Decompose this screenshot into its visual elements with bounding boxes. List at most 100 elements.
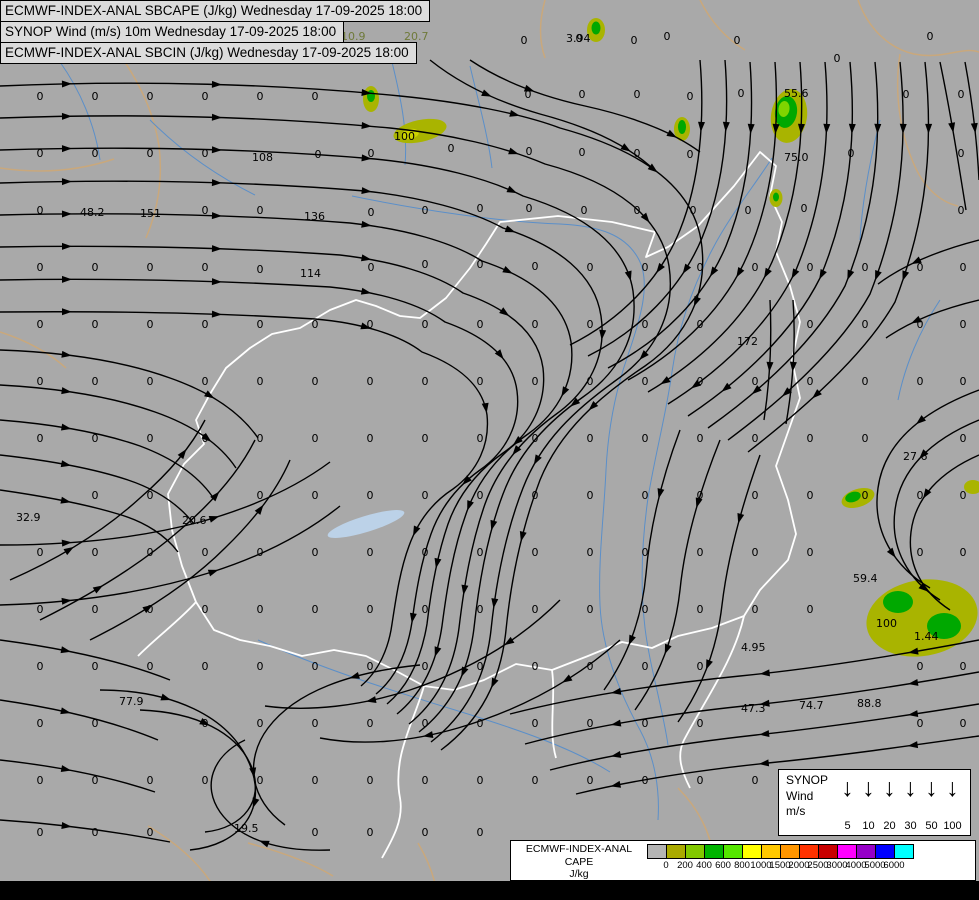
cape-patch: [678, 120, 686, 134]
gridpoint-zero-label: 0: [634, 88, 641, 101]
gridpoint-zero-label: 0: [37, 318, 44, 331]
gridpoint-zero-label: 0: [642, 261, 649, 274]
gridpoint-zero-label: 0: [521, 34, 528, 47]
gridpoint-zero-label: 0: [202, 774, 209, 787]
gridpoint-zero-label: 0: [587, 603, 594, 616]
cape-swatch: [704, 844, 724, 859]
value-label: 151: [140, 207, 161, 220]
cape-swatch: [780, 844, 800, 859]
gridpoint-zero-label: 0: [752, 546, 759, 559]
gridpoint-zero-label: 0: [752, 375, 759, 388]
wind-speed-label: 20: [879, 820, 900, 832]
gridpoint-zero-label: 0: [147, 546, 154, 559]
cape-swatch: [818, 844, 838, 859]
title-line-wind: SYNOP Wind (m/s) 10m Wednesday 17-09-202…: [0, 21, 344, 43]
gridpoint-zero-label: 0: [745, 204, 752, 217]
gridpoint-zero-label: 0: [697, 660, 704, 673]
gridpoint-zero-label: 0: [960, 546, 967, 559]
gridpoint-zero-label: 0: [752, 489, 759, 502]
value-label: 59.4: [853, 572, 878, 585]
gridpoint-zero-label: 0: [147, 90, 154, 103]
gridpoint-zero-label: 0: [422, 660, 429, 673]
gridpoint-zero-label: 0: [960, 318, 967, 331]
gridpoint-zero-label: 0: [37, 603, 44, 616]
gridpoint-zero-label: 0: [532, 375, 539, 388]
gridpoint-zero-label: 0: [807, 546, 814, 559]
gridpoint-zero-label: 0: [312, 432, 319, 445]
wind-legend: SYNOP Wind m/s ↓↓↓↓↓↓ 510203050100: [778, 769, 971, 836]
gridpoint-zero-label: 0: [477, 202, 484, 215]
cape-swatch: [685, 844, 705, 859]
gridpoint-zero-label: 0: [37, 375, 44, 388]
gridpoint-zero-label: 0: [862, 375, 869, 388]
wind-arrow-icon: ↓: [942, 770, 963, 808]
gridpoint-zero-label: 0: [147, 432, 154, 445]
cape-color-strip: [647, 844, 913, 859]
value-label: 172: [737, 335, 758, 348]
gridpoint-zero-label: 0: [312, 489, 319, 502]
cape-tick-label: 2500: [807, 860, 828, 871]
gridpoint-zero-label: 0: [422, 375, 429, 388]
gridpoint-zero-label: 0: [587, 717, 594, 730]
gridpoint-zero-label: 0: [257, 375, 264, 388]
gridpoint-zero-label: 0: [477, 546, 484, 559]
value-label: 1.44: [914, 630, 939, 643]
cape-tick-label: 1000: [750, 860, 771, 871]
wind-arrow-icon: ↓: [879, 770, 900, 808]
gridpoint-zero-label: 0: [917, 717, 924, 730]
wind-speed-label: 30: [900, 820, 921, 832]
gridpoint-zero-label: 0: [312, 90, 319, 103]
gridpoint-zero-label: 0: [257, 263, 264, 276]
gridpoint-zero-label: 0: [526, 145, 533, 158]
gridpoint-zero-label: 0: [257, 717, 264, 730]
gridpoint-zero-label: 0: [367, 603, 374, 616]
gridpoint-zero-label: 0: [807, 261, 814, 274]
value-label: 100: [876, 617, 897, 630]
gridpoint-zero-label: 0: [960, 660, 967, 673]
wind-speed-label: 50: [921, 820, 942, 832]
cape-swatch: [761, 844, 781, 859]
gridpoint-zero-label: 0: [587, 318, 594, 331]
wind-speed-label: 100: [942, 820, 963, 832]
gridpoint-zero-label: 0: [697, 717, 704, 730]
gridpoint-zero-label: 0: [697, 546, 704, 559]
gridpoint-zero-label: 0: [862, 489, 869, 502]
gridpoint-zero-label: 0: [526, 202, 533, 215]
cape-legend-line3: J/kg: [511, 868, 647, 881]
gridpoint-zero-label: 0: [807, 603, 814, 616]
weather-map-svg: 0 0 0 0 0 0 0 0 0 0 0 0 0 0 0 0 0 0 0 0 0 0 0 0 0 0 0 0 0 0 0 0 0 0 0 0 0 0 0 0…: [0, 0, 979, 881]
gridpoint-zero-label: 0: [927, 30, 934, 43]
gridpoint-zero-label: 0: [147, 774, 154, 787]
wind-legend-scale: ↓↓↓↓↓↓ 510203050100: [837, 770, 970, 835]
cape-scale: 0200400600800100015002000250030004000500…: [647, 844, 913, 880]
gridpoint-zero-label: 0: [37, 147, 44, 160]
gridpoint-zero-label: 0: [92, 432, 99, 445]
gridpoint-zero-label: 0: [147, 261, 154, 274]
gridpoint-zero-label: 0: [532, 774, 539, 787]
cape-patch: [883, 591, 913, 613]
gridpoint-zero-label: 0: [690, 204, 697, 217]
gridpoint-zero-label: 0: [257, 432, 264, 445]
gridpoint-zero-label: 0: [422, 204, 429, 217]
gridpoint-zero-label: 0: [368, 261, 375, 274]
gridpoint-zero-label: 0: [147, 489, 154, 502]
gridpoint-zero-label: 0: [92, 546, 99, 559]
gridpoint-zero-label: 0: [312, 826, 319, 839]
gridpoint-zero-label: 0: [587, 489, 594, 502]
gridpoint-zero-label: 0: [92, 261, 99, 274]
gridpoint-zero-label: 0: [834, 52, 841, 65]
gridpoint-zero-label: 0: [367, 318, 374, 331]
gridpoint-zero-label: 0: [697, 489, 704, 502]
gridpoint-zero-label: 0: [642, 717, 649, 730]
wind-speed-label: 5: [837, 820, 858, 832]
value-label: 108: [252, 151, 273, 164]
gridpoint-zero-label: 0: [960, 717, 967, 730]
gridpoint-zero-label: 0: [367, 826, 374, 839]
gridpoint-zero-label: 0: [312, 318, 319, 331]
gridpoint-zero-label: 0: [738, 87, 745, 100]
gridpoint-zero-label: 0: [477, 432, 484, 445]
wind-speed-row: 510203050100: [837, 820, 963, 832]
cape-tick-label: 4000: [845, 860, 866, 871]
gridpoint-zero-label: 0: [587, 546, 594, 559]
cape-swatch: [837, 844, 857, 859]
